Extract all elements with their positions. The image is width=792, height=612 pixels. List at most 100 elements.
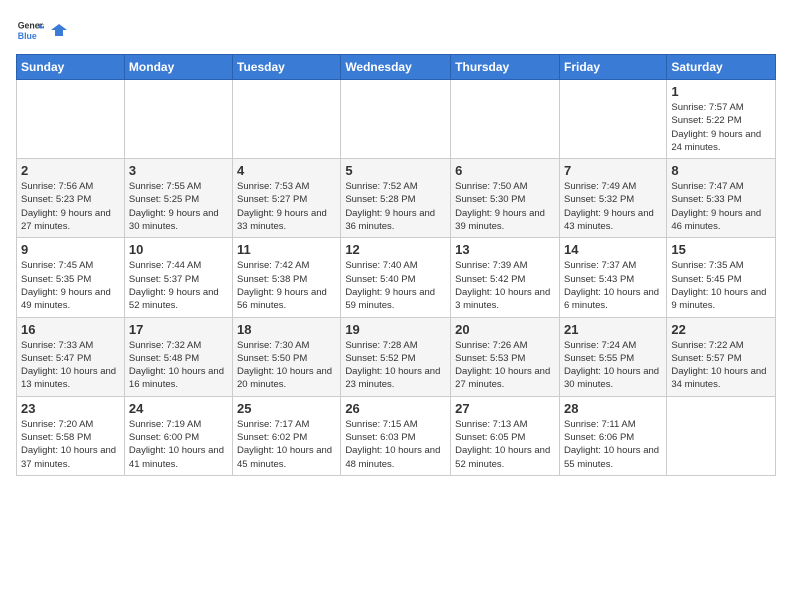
weekday-header-saturday: Saturday bbox=[667, 55, 776, 80]
day-info: Sunrise: 7:53 AM Sunset: 5:27 PM Dayligh… bbox=[237, 180, 336, 233]
calendar-cell: 5 Sunrise: 7:52 AM Sunset: 5:28 PM Daylig… bbox=[341, 159, 451, 238]
day-info: Sunrise: 7:17 AM Sunset: 6:02 PM Dayligh… bbox=[237, 418, 336, 471]
day-info: Sunrise: 7:45 AM Sunset: 5:35 PM Dayligh… bbox=[21, 259, 120, 312]
calendar-cell bbox=[341, 80, 451, 159]
day-number: 21 bbox=[564, 322, 662, 337]
calendar-cell: 14Sunrise: 7:37 AM Sunset: 5:43 PM Dayli… bbox=[559, 238, 666, 317]
day-number: 19 bbox=[345, 322, 446, 337]
day-number: 22 bbox=[671, 322, 771, 337]
day-number: 14 bbox=[564, 242, 662, 257]
day-info: Sunrise: 7:19 AM Sunset: 6:00 PM Dayligh… bbox=[129, 418, 228, 471]
day-info: Sunrise: 7:40 AM Sunset: 5:40 PM Dayligh… bbox=[345, 259, 446, 312]
day-number: 27 bbox=[455, 401, 555, 416]
weekday-header-thursday: Thursday bbox=[451, 55, 560, 80]
weekday-header-monday: Monday bbox=[124, 55, 232, 80]
day-number: 25 bbox=[237, 401, 336, 416]
calendar-cell: 15 Sunrise: 7:35 AM Sunset: 5:45 PM Dayli… bbox=[667, 238, 776, 317]
day-number: 16 bbox=[21, 322, 120, 337]
day-info: Sunrise: 7:49 AM Sunset: 5:32 PM Dayligh… bbox=[564, 180, 662, 233]
day-info: Sunrise: 7:39 AM Sunset: 5:42 PM Dayligh… bbox=[455, 259, 555, 312]
calendar-cell bbox=[451, 80, 560, 159]
calendar-cell: 7 Sunrise: 7:49 AM Sunset: 5:32 PM Daylig… bbox=[559, 159, 666, 238]
page-container: General Blue Su bbox=[0, 0, 792, 486]
day-number: 2 bbox=[21, 163, 120, 178]
calendar-cell: 25 Sunrise: 7:17 AM Sunset: 6:02 PM Dayli… bbox=[233, 396, 341, 475]
day-number: 10 bbox=[129, 242, 228, 257]
day-info: Sunrise: 7:47 AM Sunset: 5:33 PM Dayligh… bbox=[671, 180, 771, 233]
calendar-cell: 4 Sunrise: 7:53 AM Sunset: 5:27 PM Daylig… bbox=[233, 159, 341, 238]
logo-wordmark bbox=[48, 20, 69, 40]
day-number: 28 bbox=[564, 401, 662, 416]
calendar-week-row: 16Sunrise: 7:33 AM Sunset: 5:47 PM Dayli… bbox=[17, 317, 776, 396]
day-number: 4 bbox=[237, 163, 336, 178]
weekday-header-sunday: Sunday bbox=[17, 55, 125, 80]
day-info: Sunrise: 7:30 AM Sunset: 5:50 PM Dayligh… bbox=[237, 339, 336, 392]
calendar-cell: 6 Sunrise: 7:50 AM Sunset: 5:30 PM Daylig… bbox=[451, 159, 560, 238]
calendar-cell: 24 Sunrise: 7:19 AM Sunset: 6:00 PM Dayli… bbox=[124, 396, 232, 475]
calendar-week-row: 1 Sunrise: 7:57 AM Sunset: 5:22 PM Daylig… bbox=[17, 80, 776, 159]
calendar-cell bbox=[559, 80, 666, 159]
weekday-header-tuesday: Tuesday bbox=[233, 55, 341, 80]
svg-text:Blue: Blue bbox=[18, 31, 37, 41]
day-number: 8 bbox=[671, 163, 771, 178]
day-info: Sunrise: 7:44 AM Sunset: 5:37 PM Dayligh… bbox=[129, 259, 228, 312]
day-number: 11 bbox=[237, 242, 336, 257]
day-number: 17 bbox=[129, 322, 228, 337]
day-info: Sunrise: 7:15 AM Sunset: 6:03 PM Dayligh… bbox=[345, 418, 446, 471]
calendar-week-row: 2 Sunrise: 7:56 AM Sunset: 5:23 PM Daylig… bbox=[17, 159, 776, 238]
day-info: Sunrise: 7:26 AM Sunset: 5:53 PM Dayligh… bbox=[455, 339, 555, 392]
weekday-header-row: SundayMondayTuesdayWednesdayThursdayFrid… bbox=[17, 55, 776, 80]
day-info: Sunrise: 7:42 AM Sunset: 5:38 PM Dayligh… bbox=[237, 259, 336, 312]
day-number: 5 bbox=[345, 163, 446, 178]
calendar-cell: 18Sunrise: 7:30 AM Sunset: 5:50 PM Dayli… bbox=[233, 317, 341, 396]
calendar-cell: 10 Sunrise: 7:44 AM Sunset: 5:37 PM Dayli… bbox=[124, 238, 232, 317]
day-number: 9 bbox=[21, 242, 120, 257]
day-info: Sunrise: 7:24 AM Sunset: 5:55 PM Dayligh… bbox=[564, 339, 662, 392]
calendar-cell: 12 Sunrise: 7:40 AM Sunset: 5:40 PM Dayli… bbox=[341, 238, 451, 317]
day-info: Sunrise: 7:32 AM Sunset: 5:48 PM Dayligh… bbox=[129, 339, 228, 392]
calendar-week-row: 9 Sunrise: 7:45 AM Sunset: 5:35 PM Daylig… bbox=[17, 238, 776, 317]
calendar-cell: 1 Sunrise: 7:57 AM Sunset: 5:22 PM Daylig… bbox=[667, 80, 776, 159]
weekday-header-wednesday: Wednesday bbox=[341, 55, 451, 80]
day-info: Sunrise: 7:13 AM Sunset: 6:05 PM Dayligh… bbox=[455, 418, 555, 471]
day-number: 7 bbox=[564, 163, 662, 178]
day-number: 20 bbox=[455, 322, 555, 337]
calendar-cell: 17 Sunrise: 7:32 AM Sunset: 5:48 PM Dayli… bbox=[124, 317, 232, 396]
calendar-cell: 21 Sunrise: 7:24 AM Sunset: 5:55 PM Dayli… bbox=[559, 317, 666, 396]
day-number: 1 bbox=[671, 84, 771, 99]
calendar-cell bbox=[124, 80, 232, 159]
day-number: 13 bbox=[455, 242, 555, 257]
day-number: 12 bbox=[345, 242, 446, 257]
day-info: Sunrise: 7:35 AM Sunset: 5:45 PM Dayligh… bbox=[671, 259, 771, 312]
day-number: 15 bbox=[671, 242, 771, 257]
calendar-week-row: 23 Sunrise: 7:20 AM Sunset: 5:58 PM Dayli… bbox=[17, 396, 776, 475]
day-info: Sunrise: 7:28 AM Sunset: 5:52 PM Dayligh… bbox=[345, 339, 446, 392]
logo-bird-icon bbox=[49, 20, 69, 40]
day-info: Sunrise: 7:50 AM Sunset: 5:30 PM Dayligh… bbox=[455, 180, 555, 233]
calendar-cell: 16Sunrise: 7:33 AM Sunset: 5:47 PM Dayli… bbox=[17, 317, 125, 396]
calendar-cell: 19 Sunrise: 7:28 AM Sunset: 5:52 PM Dayli… bbox=[341, 317, 451, 396]
calendar-cell: 2 Sunrise: 7:56 AM Sunset: 5:23 PM Daylig… bbox=[17, 159, 125, 238]
day-info: Sunrise: 7:56 AM Sunset: 5:23 PM Dayligh… bbox=[21, 180, 120, 233]
calendar-cell: 26 Sunrise: 7:15 AM Sunset: 6:03 PM Dayli… bbox=[341, 396, 451, 475]
header: General Blue bbox=[16, 16, 776, 44]
day-info: Sunrise: 7:20 AM Sunset: 5:58 PM Dayligh… bbox=[21, 418, 120, 471]
calendar-cell: 3Sunrise: 7:55 AM Sunset: 5:25 PM Daylig… bbox=[124, 159, 232, 238]
calendar-cell: 11 Sunrise: 7:42 AM Sunset: 5:38 PM Dayli… bbox=[233, 238, 341, 317]
day-info: Sunrise: 7:22 AM Sunset: 5:57 PM Dayligh… bbox=[671, 339, 771, 392]
day-number: 24 bbox=[129, 401, 228, 416]
day-number: 26 bbox=[345, 401, 446, 416]
day-info: Sunrise: 7:52 AM Sunset: 5:28 PM Dayligh… bbox=[345, 180, 446, 233]
day-number: 23 bbox=[21, 401, 120, 416]
day-info: Sunrise: 7:57 AM Sunset: 5:22 PM Dayligh… bbox=[671, 101, 771, 154]
logo-icon: General Blue bbox=[16, 16, 44, 44]
calendar-table: SundayMondayTuesdayWednesdayThursdayFrid… bbox=[16, 54, 776, 476]
calendar-cell: 23 Sunrise: 7:20 AM Sunset: 5:58 PM Dayli… bbox=[17, 396, 125, 475]
calendar-cell: 28Sunrise: 7:11 AM Sunset: 6:06 PM Dayli… bbox=[559, 396, 666, 475]
calendar-cell: 22 Sunrise: 7:22 AM Sunset: 5:57 PM Dayli… bbox=[667, 317, 776, 396]
calendar-cell: 13 Sunrise: 7:39 AM Sunset: 5:42 PM Dayli… bbox=[451, 238, 560, 317]
day-number: 6 bbox=[455, 163, 555, 178]
calendar-cell bbox=[17, 80, 125, 159]
day-number: 3 bbox=[129, 163, 228, 178]
calendar-cell: 8 Sunrise: 7:47 AM Sunset: 5:33 PM Daylig… bbox=[667, 159, 776, 238]
